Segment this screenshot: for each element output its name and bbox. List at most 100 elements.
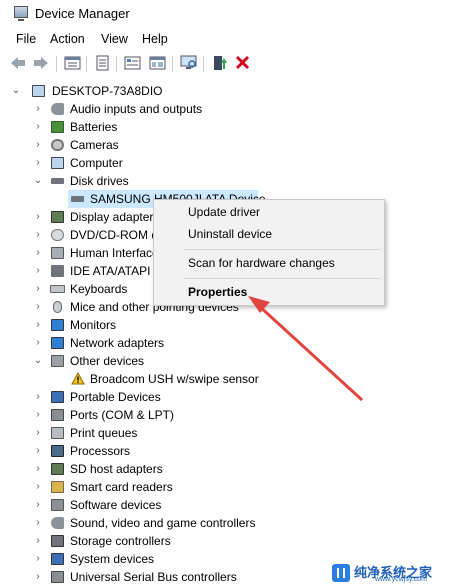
- tree-item-sound-video[interactable]: › Sound, video and game controllers: [0, 514, 456, 532]
- sound-controller-icon: [51, 517, 64, 529]
- chevron-right-icon[interactable]: ›: [33, 460, 43, 478]
- tree-item-batteries[interactable]: › Batteries: [0, 118, 456, 136]
- tree-item-label: Print queues: [70, 426, 138, 440]
- tree-item-cameras[interactable]: › Cameras: [0, 136, 456, 154]
- usb-icon: [51, 571, 64, 583]
- tree-item-label: Software devices: [70, 498, 162, 512]
- update-driver-menu-item[interactable]: Update driver: [188, 205, 260, 219]
- toolbar-separator: [116, 56, 117, 72]
- tree-item-label: Ports (COM & LPT): [70, 408, 175, 422]
- properties-menu-item[interactable]: Properties: [188, 285, 247, 299]
- chevron-down-icon[interactable]: ⌄: [33, 172, 43, 190]
- chevron-right-icon[interactable]: ›: [33, 208, 43, 226]
- tree-root[interactable]: ⌄ DESKTOP-73A8DIO: [0, 82, 456, 100]
- tree-item-disk-drives[interactable]: ⌄ Disk drives: [0, 172, 456, 190]
- chevron-right-icon[interactable]: ›: [33, 388, 43, 406]
- chevron-right-icon[interactable]: ›: [33, 406, 43, 424]
- toolbar-separator: [56, 56, 57, 72]
- chevron-right-icon[interactable]: ›: [33, 334, 43, 352]
- chevron-right-icon[interactable]: ›: [33, 280, 43, 298]
- tree-item-other-devices[interactable]: ⌄ Other devices: [0, 352, 456, 370]
- chevron-right-icon[interactable]: ›: [33, 316, 43, 334]
- tree-item-portable[interactable]: › Portable Devices: [0, 388, 456, 406]
- port-icon: [51, 409, 64, 421]
- tree-item-label: Sound, video and game controllers: [70, 516, 256, 530]
- chevron-down-icon[interactable]: ⌄: [33, 352, 43, 370]
- chevron-right-icon[interactable]: ›: [33, 100, 43, 118]
- computer-list-icon[interactable]: [124, 55, 141, 71]
- tree-item-label: Disk drives: [70, 174, 129, 188]
- chevron-right-icon[interactable]: ›: [33, 298, 43, 316]
- chevron-right-icon[interactable]: ›: [33, 442, 43, 460]
- tree-item-ports[interactable]: › Ports (COM & LPT): [0, 406, 456, 424]
- speaker-icon: [51, 103, 64, 115]
- menu-file[interactable]: File: [16, 32, 36, 46]
- tree-item-label: Keyboards: [70, 282, 128, 296]
- chevron-right-icon[interactable]: ›: [33, 532, 43, 550]
- tree-item-broadcom[interactable]: Broadcom USH w/swipe sensor: [0, 370, 456, 388]
- tree-item-label: SD host adapters: [70, 462, 163, 476]
- tree-item-network[interactable]: › Network adapters: [0, 334, 456, 352]
- forward-arrow-icon[interactable]: [32, 55, 49, 71]
- chevron-right-icon[interactable]: ›: [33, 154, 43, 172]
- tree-item-label: Storage controllers: [70, 534, 171, 548]
- chevron-right-icon[interactable]: ›: [33, 244, 43, 262]
- computer-icon: [32, 85, 45, 97]
- processor-icon: [51, 445, 64, 457]
- tree-item-label: Network adapters: [70, 336, 165, 350]
- menu-action[interactable]: Action: [50, 32, 85, 46]
- toolbar-separator: [172, 56, 173, 72]
- tree-item-audio[interactable]: › Audio inputs and outputs: [0, 100, 456, 118]
- chevron-right-icon[interactable]: ›: [33, 550, 43, 568]
- chevron-right-icon[interactable]: ›: [33, 424, 43, 442]
- scan-hardware-menu-item[interactable]: Scan for hardware changes: [188, 256, 335, 270]
- keyboard-icon: [50, 285, 65, 293]
- tree-item-processors[interactable]: › Processors: [0, 442, 456, 460]
- watermark: 纯净系统之家 www.ycwjsy.com: [330, 562, 456, 584]
- portable-device-icon: [51, 391, 64, 403]
- device-manager-app-icon: [14, 6, 28, 21]
- chevron-right-icon[interactable]: ›: [33, 568, 43, 586]
- update-driver-icon[interactable]: [212, 55, 229, 71]
- uninstall-x-icon[interactable]: [234, 55, 251, 71]
- tree-item-label: Universal Serial Bus controllers: [70, 570, 237, 584]
- menu-view[interactable]: View: [101, 32, 128, 46]
- chevron-right-icon[interactable]: ›: [33, 226, 43, 244]
- back-arrow-icon[interactable]: [10, 55, 27, 71]
- tree-item-label: Cameras: [70, 138, 119, 152]
- dvd-drive-icon: [51, 229, 64, 241]
- network-adapter-icon: [51, 337, 64, 349]
- tree-item-label: System devices: [70, 552, 155, 566]
- chevron-down-icon[interactable]: ⌄: [11, 82, 21, 100]
- tree-item-storage[interactable]: › Storage controllers: [0, 532, 456, 550]
- tree-item-label: Other devices: [70, 354, 145, 368]
- tree-item-sd-host[interactable]: › SD host adapters: [0, 460, 456, 478]
- watermark-url: www.ycwjsy.com: [375, 576, 427, 583]
- tree-item-monitors[interactable]: › Monitors: [0, 316, 456, 334]
- mouse-icon: [53, 301, 62, 313]
- tree-item-label: Monitors: [70, 318, 117, 332]
- monitor-scan-icon[interactable]: [180, 55, 197, 71]
- tree-item-software-devices[interactable]: › Software devices: [0, 496, 456, 514]
- tree-item-smart-card[interactable]: › Smart card readers: [0, 478, 456, 496]
- tree-item-computer[interactable]: › Computer: [0, 154, 456, 172]
- tree-item-label: Batteries: [70, 120, 118, 134]
- context-menu: Update driver Uninstall device Scan for …: [153, 199, 385, 306]
- smart-card-icon: [51, 481, 64, 493]
- chevron-right-icon[interactable]: ›: [33, 496, 43, 514]
- chevron-right-icon[interactable]: ›: [33, 514, 43, 532]
- tree-item-label: Audio inputs and outputs: [70, 102, 203, 116]
- chevron-right-icon[interactable]: ›: [33, 118, 43, 136]
- tree-item-print-queues[interactable]: › Print queues: [0, 424, 456, 442]
- chevron-right-icon[interactable]: ›: [33, 478, 43, 496]
- menu-help[interactable]: Help: [142, 32, 168, 46]
- tree-item-label: Smart card readers: [70, 480, 173, 494]
- tree-item-label: Processors: [70, 444, 131, 458]
- uninstall-device-menu-item[interactable]: Uninstall device: [188, 227, 272, 241]
- device-grid-icon[interactable]: [149, 55, 166, 71]
- menu-separator: [184, 278, 380, 279]
- chevron-right-icon[interactable]: ›: [33, 262, 43, 280]
- help-doc-icon[interactable]: [94, 55, 111, 71]
- properties-grid-icon[interactable]: [64, 55, 81, 71]
- chevron-right-icon[interactable]: ›: [33, 136, 43, 154]
